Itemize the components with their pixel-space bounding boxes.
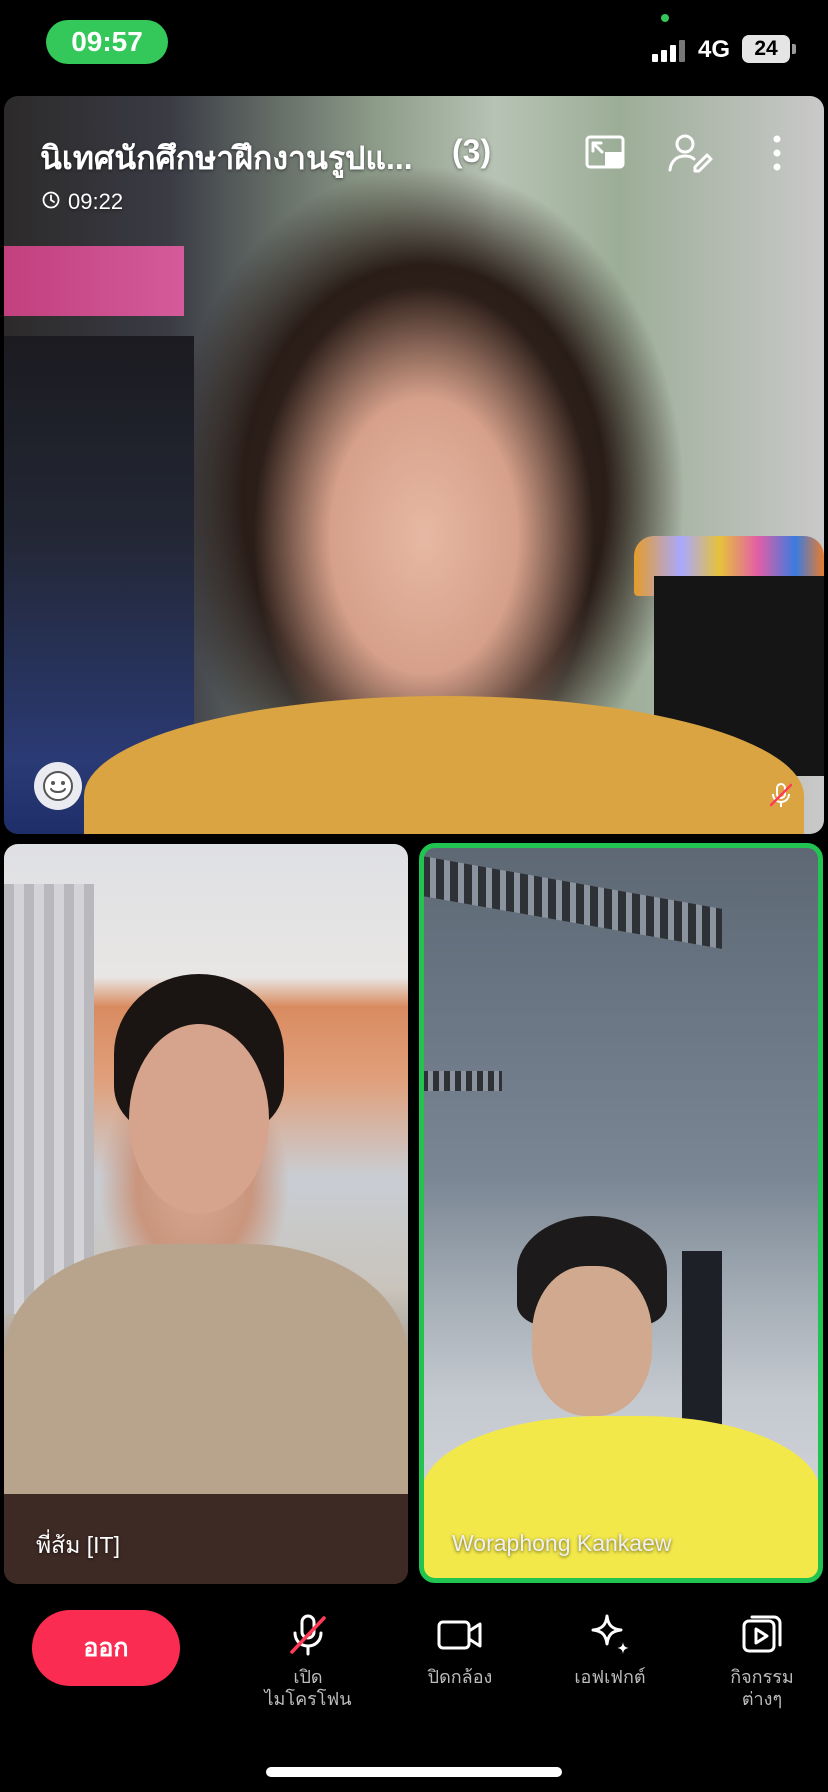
activities-label-line1: กิจกรรม: [730, 1667, 794, 1687]
video-background-banner: [4, 246, 184, 316]
battery-tip: [792, 44, 796, 54]
effects-button[interactable]: เอฟเฟกต์: [545, 1610, 675, 1688]
call-duration: 09:22: [42, 189, 123, 215]
emoji-icon[interactable]: [34, 762, 82, 810]
participant-uniform: [4, 1244, 408, 1524]
call-title[interactable]: นิเทศนักศึกษาฝึกงานรูปแ...: [40, 133, 413, 184]
add-participant-icon[interactable]: [666, 130, 716, 176]
microphone-toggle-button[interactable]: เปิด ไมโครโฟน: [243, 1610, 373, 1710]
effects-label: เอฟเฟกต์: [574, 1667, 646, 1687]
network-type: 4G: [698, 36, 731, 63]
leave-call-button[interactable]: ออก: [32, 1610, 180, 1686]
cellular-signal-icon: [652, 38, 690, 62]
microphone-label-line2: ไมโครโฟน: [264, 1689, 352, 1709]
mic-off-icon: [766, 780, 796, 810]
pip-icon[interactable]: [580, 130, 630, 176]
video-background-ceiling-light: [422, 856, 722, 949]
status-time[interactable]: 09:57: [46, 20, 168, 64]
participant-video-tile[interactable]: [4, 844, 408, 1584]
battery-icon: 24: [742, 35, 790, 63]
activities-icon: [737, 1610, 787, 1660]
home-indicator[interactable]: [266, 1767, 562, 1777]
effects-icon: [585, 1610, 635, 1660]
active-speaker-video-tile[interactable]: [422, 846, 820, 1580]
video-background-ceiling-light-2: [422, 1071, 502, 1091]
more-icon[interactable]: [752, 130, 802, 176]
main-video-tile[interactable]: [4, 96, 824, 834]
microphone-label-line1: เปิด: [293, 1667, 323, 1687]
mic-off-icon: [283, 1610, 333, 1660]
camera-label: ปิดกล้อง: [427, 1667, 493, 1687]
activities-label: กิจกรรม ต่างๆ: [730, 1666, 794, 1710]
activities-button[interactable]: กิจกรรม ต่างๆ: [697, 1610, 827, 1710]
participant-count: (3): [452, 133, 492, 169]
clock-icon: [42, 189, 60, 215]
microphone-label: เปิด ไมโครโฟน: [264, 1666, 351, 1710]
activities-label-line2: ต่างๆ: [741, 1689, 783, 1709]
participant-face: [532, 1266, 652, 1416]
participant-name-label: พี่ส้ม [IT]: [36, 1532, 120, 1558]
status-bar: 09:57 4G 24: [0, 0, 828, 90]
participant-face: [129, 1024, 269, 1214]
camera-icon: [435, 1610, 485, 1660]
video-background-curtain: [4, 884, 94, 1314]
camera-in-use-indicator: [661, 14, 669, 22]
call-duration-text: 09:22: [68, 189, 124, 214]
camera-toggle-button[interactable]: ปิดกล้อง: [395, 1610, 525, 1688]
participant-name-label: Woraphong Kankaew: [452, 1530, 672, 1556]
